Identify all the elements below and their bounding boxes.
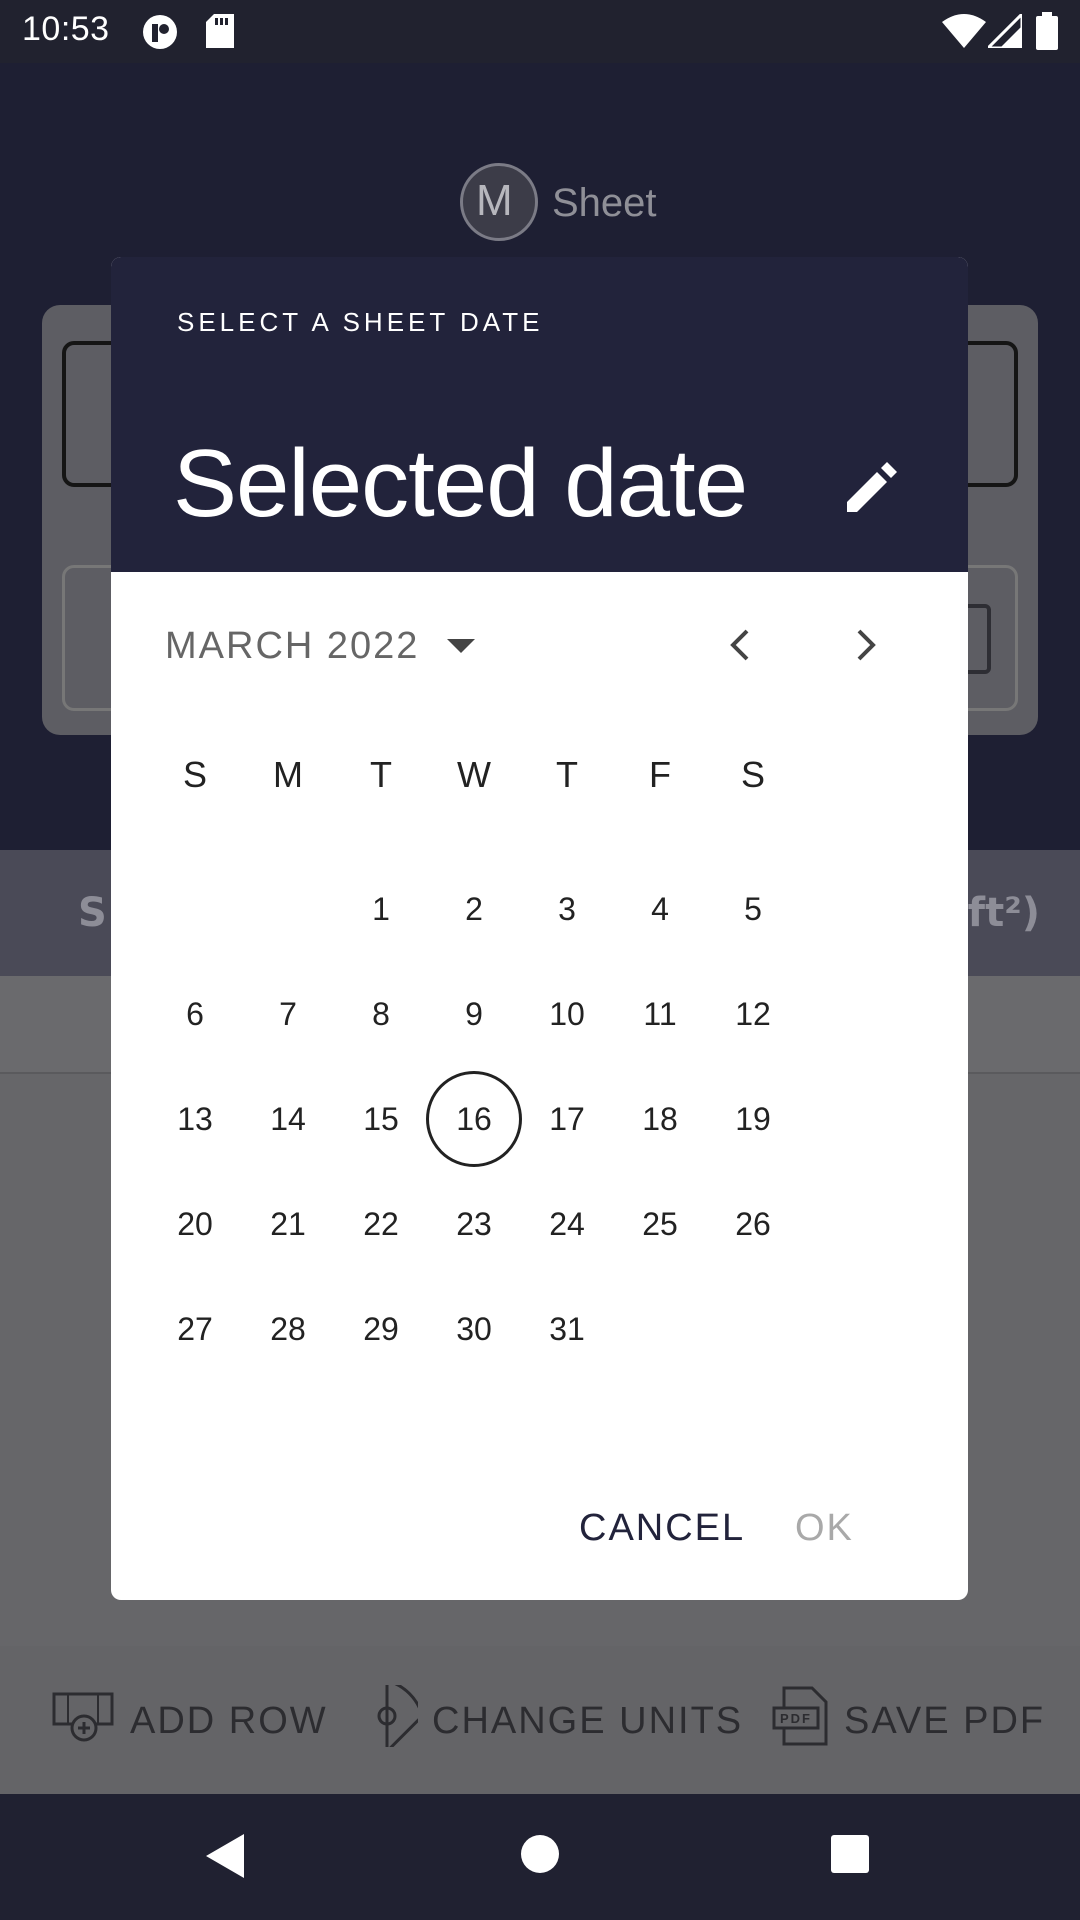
day-cell[interactable]: 4 bbox=[612, 861, 708, 957]
day-cell[interactable]: 7 bbox=[240, 966, 336, 1062]
chevron-right-icon[interactable] bbox=[843, 623, 887, 667]
day-cell[interactable]: 14 bbox=[240, 1071, 336, 1167]
selected-date-heading: Selected date bbox=[173, 430, 748, 537]
cancel-button[interactable]: CANCEL bbox=[579, 1507, 745, 1550]
app-notification-icon bbox=[142, 14, 180, 54]
svg-text:PDF: PDF bbox=[780, 1711, 812, 1726]
day-cell[interactable]: 17 bbox=[519, 1071, 615, 1167]
status-bar: 10:53 bbox=[0, 0, 1080, 63]
day-cell[interactable]: 24 bbox=[519, 1176, 615, 1272]
day-cell[interactable]: 31 bbox=[519, 1281, 615, 1377]
weekday-label: T bbox=[556, 754, 578, 795]
signal-icon bbox=[984, 10, 1024, 52]
day-cell[interactable]: 11 bbox=[612, 966, 708, 1062]
sd-card-icon bbox=[206, 14, 234, 52]
app-logo: M Sheet bbox=[460, 163, 700, 249]
recents-icon[interactable] bbox=[830, 1834, 870, 1878]
day-cell[interactable]: 29 bbox=[333, 1281, 429, 1377]
day-cell[interactable]: 6 bbox=[147, 966, 243, 1062]
weekday-label: W bbox=[457, 754, 491, 795]
day-cell[interactable]: 9 bbox=[426, 966, 522, 1062]
day-cell[interactable]: 26 bbox=[705, 1176, 801, 1272]
battery-icon bbox=[1036, 12, 1058, 54]
weekday-label: S bbox=[740, 754, 765, 795]
day-cell[interactable]: 23 bbox=[426, 1176, 522, 1272]
protractor-icon bbox=[356, 1678, 425, 1757]
logo-circle: M bbox=[460, 163, 538, 241]
add-row-label: ADD ROW bbox=[130, 1699, 328, 1742]
save-pdf-label: SAVE PDF bbox=[844, 1699, 1046, 1742]
day-cell-today[interactable]: 16 bbox=[426, 1071, 522, 1167]
dialog-header: SELECT A SHEET DATE Selected date bbox=[111, 257, 968, 572]
day-cell[interactable]: 27 bbox=[147, 1281, 243, 1377]
date-picker-dialog: SELECT A SHEET DATE Selected date MARCH … bbox=[111, 257, 968, 1600]
logo-text: Sheet bbox=[552, 181, 657, 225]
ok-button[interactable]: OK bbox=[795, 1507, 854, 1550]
navigation-bar bbox=[0, 1794, 1080, 1920]
add-row-icon bbox=[52, 1690, 116, 1752]
edit-icon[interactable] bbox=[845, 462, 897, 518]
day-cell[interactable]: 2 bbox=[426, 861, 522, 957]
day-cell[interactable]: 28 bbox=[240, 1281, 336, 1377]
day-cell[interactable]: 12 bbox=[705, 966, 801, 1062]
save-pdf-button[interactable]: PDF SAVE PDF bbox=[772, 1686, 1045, 1756]
weekday-label: M bbox=[273, 754, 303, 795]
day-cell[interactable]: 3 bbox=[519, 861, 615, 957]
day-cell[interactable]: 25 bbox=[612, 1176, 708, 1272]
day-cell[interactable]: 15 bbox=[333, 1071, 429, 1167]
day-cell[interactable]: 1 bbox=[333, 861, 429, 957]
wifi-icon bbox=[942, 14, 986, 52]
day-cell[interactable]: 30 bbox=[426, 1281, 522, 1377]
home-icon[interactable] bbox=[520, 1834, 560, 1878]
pdf-icon: PDF bbox=[772, 1686, 830, 1756]
status-time: 10:53 bbox=[22, 10, 110, 48]
change-units-button[interactable]: CHANGE UNITS bbox=[356, 1678, 744, 1757]
weekday-label: T bbox=[370, 754, 392, 795]
weekday-label: F bbox=[649, 754, 671, 795]
bottom-toolbar: ADD ROW CHANGE UNITS PDF SAVE PDF bbox=[0, 1646, 1080, 1794]
day-cell[interactable]: 20 bbox=[147, 1176, 243, 1272]
dialog-title: SELECT A SHEET DATE bbox=[177, 307, 544, 337]
logo-letter: M bbox=[476, 176, 513, 225]
chevron-left-icon[interactable] bbox=[719, 623, 763, 667]
add-row-button[interactable]: ADD ROW bbox=[52, 1686, 328, 1756]
day-cell[interactable]: 18 bbox=[612, 1071, 708, 1167]
day-cell[interactable]: 10 bbox=[519, 966, 615, 1062]
day-cell[interactable]: 19 bbox=[705, 1071, 801, 1167]
day-cell[interactable]: 22 bbox=[333, 1176, 429, 1272]
day-cell[interactable]: 13 bbox=[147, 1071, 243, 1167]
back-icon[interactable] bbox=[204, 1832, 246, 1884]
day-cell[interactable]: 8 bbox=[333, 966, 429, 1062]
change-units-label: CHANGE UNITS bbox=[432, 1699, 744, 1742]
day-cell[interactable]: 5 bbox=[705, 861, 801, 957]
day-cell[interactable]: 21 bbox=[240, 1176, 336, 1272]
table-header-left: S bbox=[78, 890, 107, 936]
dropdown-icon[interactable] bbox=[445, 637, 477, 659]
weekday-label: S bbox=[182, 754, 207, 795]
month-year-label[interactable]: MARCH 2022 bbox=[165, 625, 419, 668]
